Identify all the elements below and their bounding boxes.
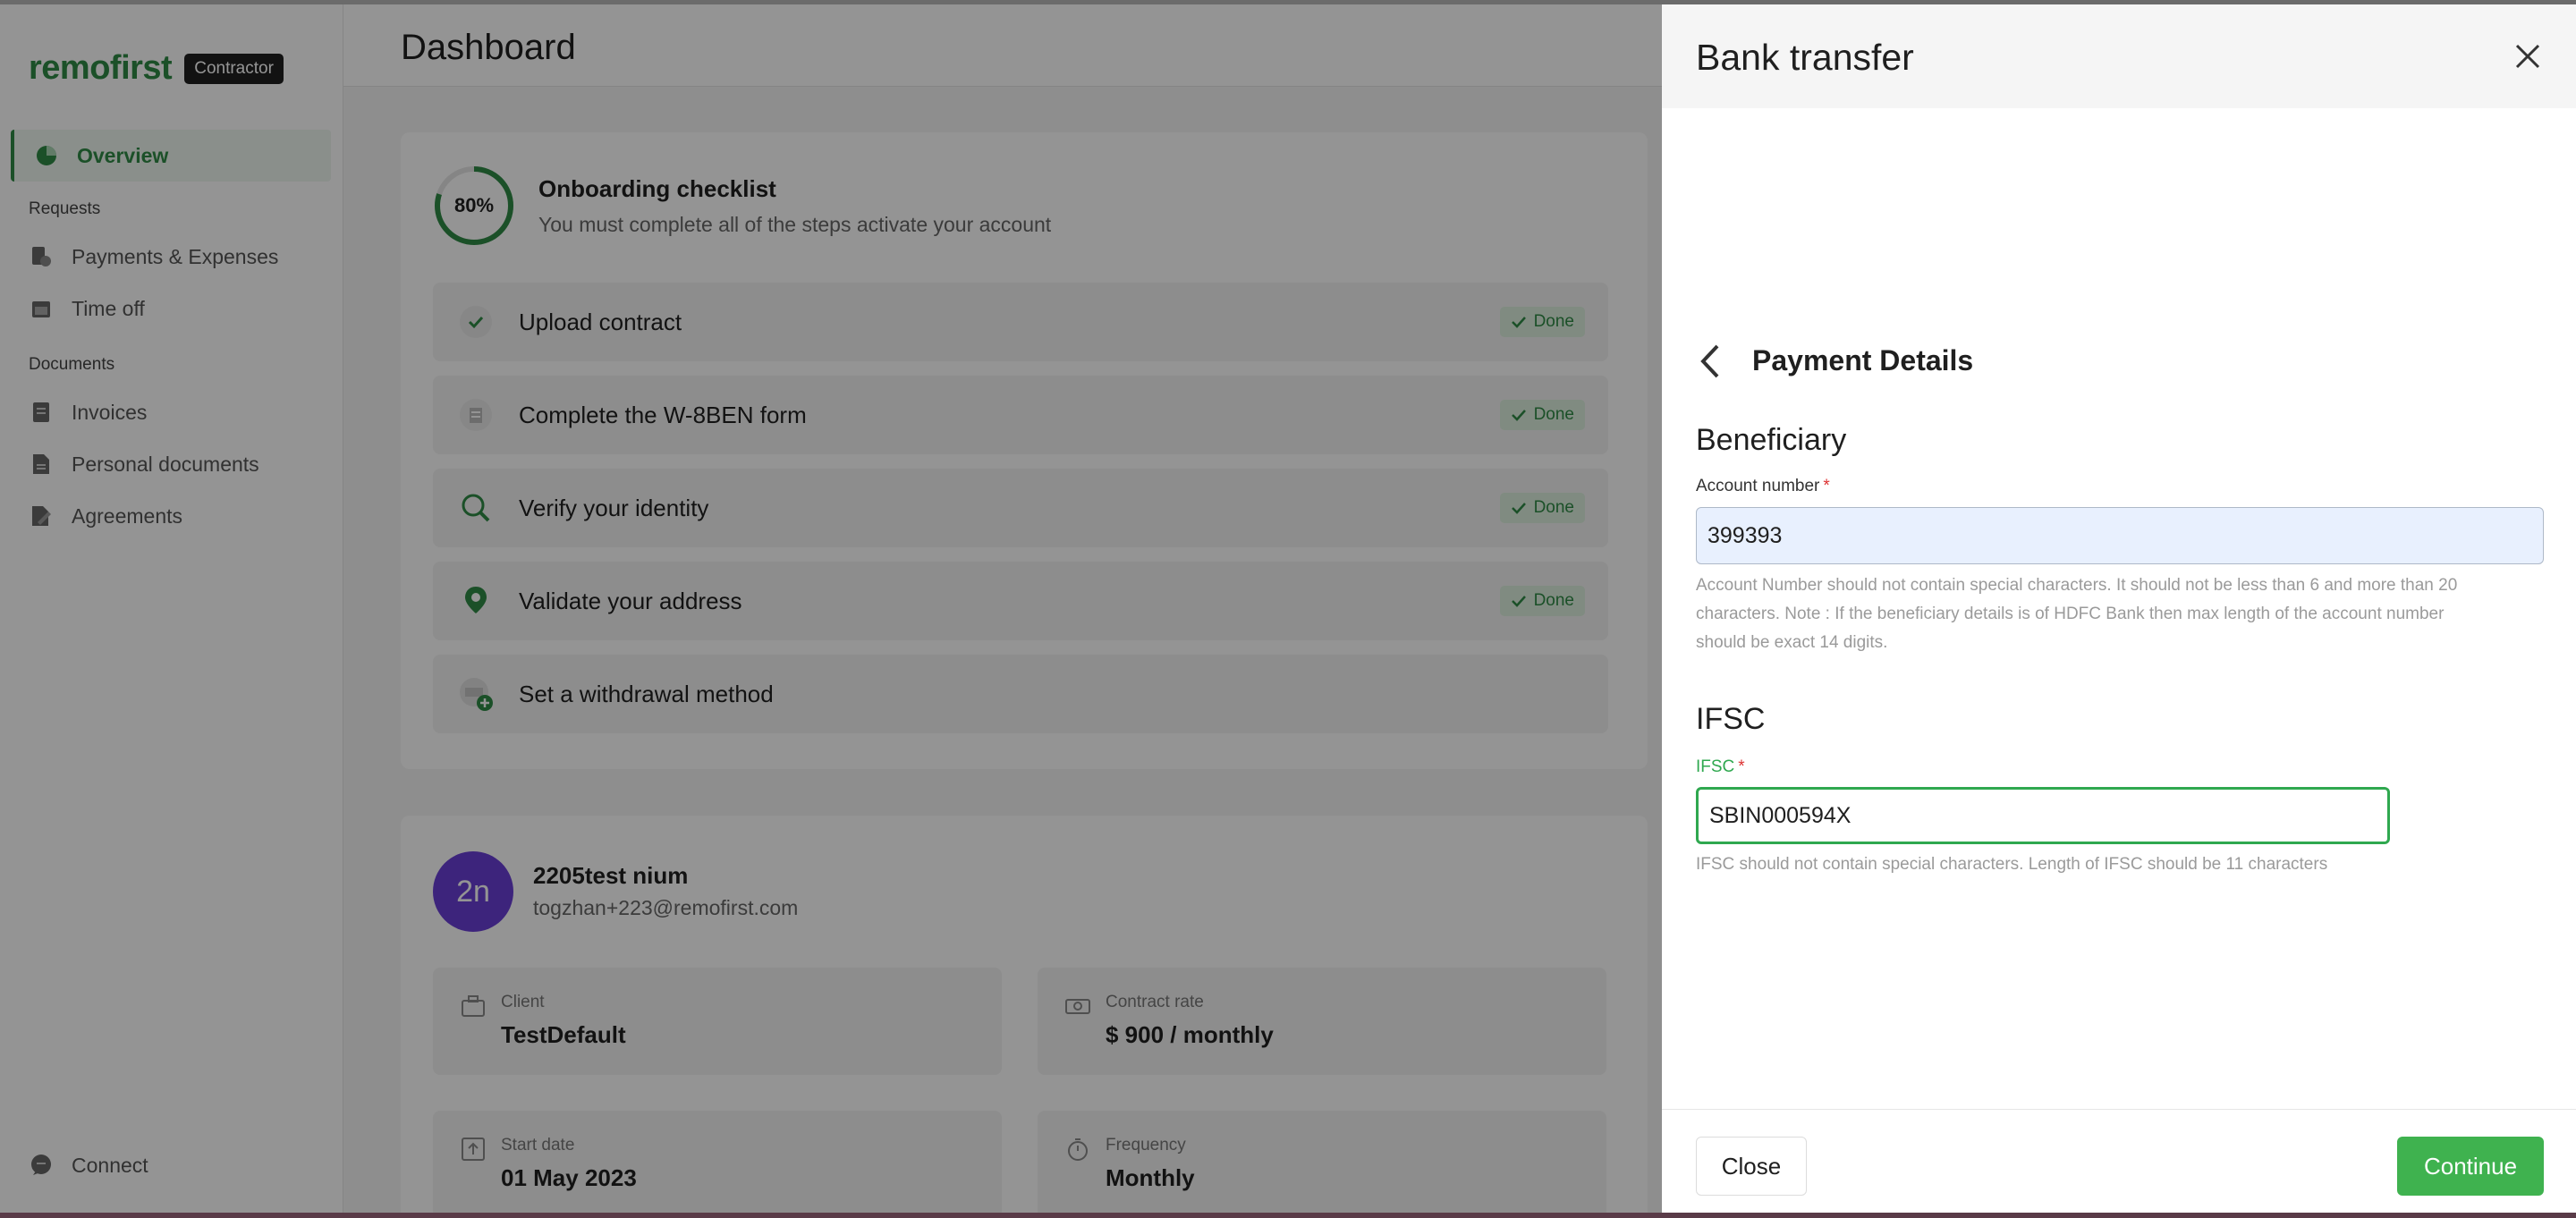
close-icon[interactable] [2512, 40, 2544, 72]
account-number-label: Account number * [1696, 477, 1830, 496]
desktop-bottom-bar [0, 1213, 2576, 1218]
drawer-title: Bank transfer [1696, 37, 1914, 78]
account-number-label-text: Account number [1696, 477, 1820, 495]
bank-transfer-drawer: Bank transfer Payment Details Beneficiar… [1662, 4, 2576, 1213]
ifsc-label: IFSC * [1696, 757, 1745, 777]
account-number-hint: Account Number should not contain specia… [1696, 571, 2457, 657]
payment-details-title: Payment Details [1752, 344, 1974, 376]
ifsc-label-text: IFSC [1696, 757, 1735, 776]
beneficiary-section-title: Beneficiary [1696, 423, 1847, 457]
drawer-header: Bank transfer [1662, 4, 2576, 108]
hint-line: characters. Note : If the beneficiary de… [1696, 605, 2445, 623]
ifsc-hint: IFSC should not contain special characte… [1696, 855, 2328, 874]
hint-line: Account Number should not contain specia… [1696, 576, 2458, 595]
modal-backdrop[interactable] [0, 4, 1662, 1214]
chevron-left-icon[interactable] [1696, 343, 1724, 380]
hint-line: should be exact 14 digits. [1696, 633, 1888, 652]
required-mark: * [1823, 477, 1830, 495]
ifsc-section-title: IFSC [1696, 702, 1766, 736]
ifsc-field[interactable] [1696, 787, 2390, 844]
account-number-field[interactable] [1696, 507, 2544, 564]
continue-button[interactable]: Continue [2397, 1137, 2544, 1196]
close-button[interactable]: Close [1696, 1137, 1807, 1196]
drawer-footer: Close Continue [1662, 1109, 2576, 1213]
required-mark: * [1738, 757, 1745, 776]
